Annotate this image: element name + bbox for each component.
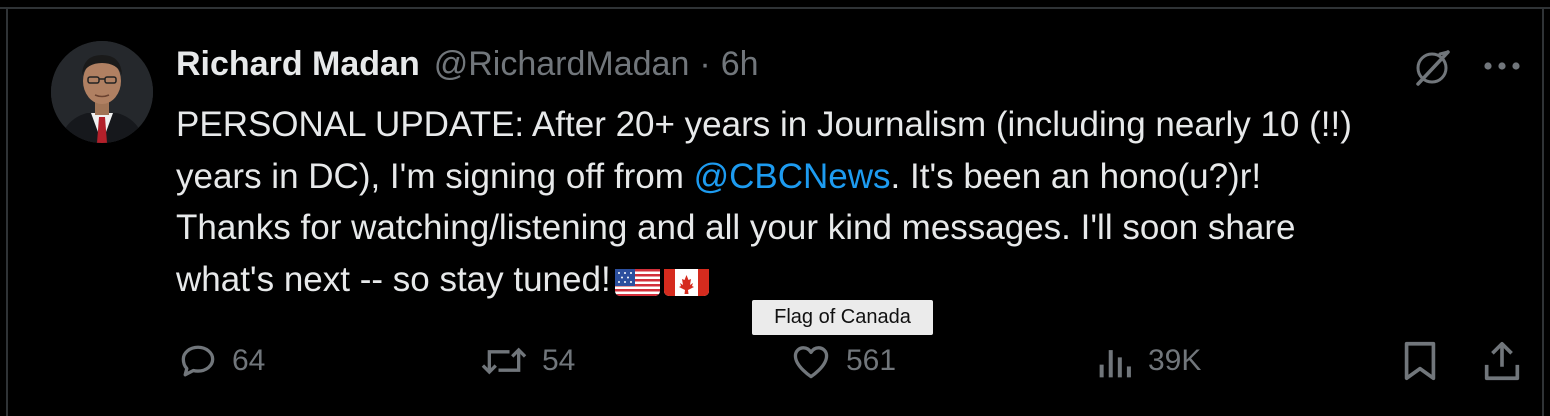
like-button[interactable]: 561: [788, 336, 896, 386]
reply-count: 64: [232, 344, 266, 377]
repost-count: 54: [542, 344, 576, 377]
author-name[interactable]: Richard Madan: [176, 45, 420, 84]
timestamp[interactable]: 6h: [721, 45, 759, 84]
views-count: 39K: [1148, 344, 1202, 377]
card-border-top: [0, 7, 1550, 9]
tweet-text-line-4: what's next -- so stay tuned!: [176, 254, 1506, 306]
like-icon: [793, 346, 829, 379]
tweet-text-line-1: PERSONAL UPDATE: After 20+ years in Jour…: [176, 105, 1352, 144]
views-icon: [1099, 350, 1131, 378]
separator-dot: ·: [699, 44, 711, 83]
card-border-left: [6, 7, 8, 416]
repost-button[interactable]: 54: [478, 336, 575, 386]
reply-icon: [181, 345, 215, 377]
views-button[interactable]: 39K: [1096, 336, 1201, 386]
reply-button[interactable]: 64: [176, 336, 265, 386]
like-count: 561: [846, 344, 897, 377]
avatar-portrait: [51, 41, 153, 143]
tweet-text-line-4-text: what's next -- so stay tuned!: [176, 259, 611, 299]
flag-united-states-icon: [614, 264, 660, 296]
mention-link[interactable]: @CBCNews: [694, 157, 891, 196]
tweet-text-line-2-end: . It's been an hono(u?)r!: [890, 156, 1262, 196]
flag-canada-icon[interactable]: [663, 264, 709, 296]
author-handle[interactable]: @RichardMadan: [434, 45, 690, 84]
tweet-header: Richard Madan @RichardMadan · 6h: [176, 44, 759, 84]
emoji-tooltip: Flag of Canada: [752, 300, 933, 335]
grok-icon[interactable]: [1408, 44, 1456, 92]
share-icon: [1484, 341, 1520, 381]
bookmark-icon: [1404, 341, 1436, 381]
more-icon[interactable]: [1476, 44, 1528, 88]
tweet-text-line-3: Thanks for watching/listening and all yo…: [176, 208, 1296, 247]
avatar[interactable]: [51, 41, 153, 143]
share-button[interactable]: [1482, 336, 1522, 386]
tweet-text-line-2: years in DC), I'm signing off from @CBCN…: [176, 151, 1506, 203]
bookmark-button[interactable]: [1400, 336, 1440, 386]
repost-icon: [481, 347, 527, 375]
tweet-text: PERSONAL UPDATE: After 20+ years in Jour…: [176, 99, 1506, 305]
tweet-text-line-2-start: years in DC), I'm signing off from: [176, 156, 694, 196]
card-border-right: [1542, 7, 1544, 416]
